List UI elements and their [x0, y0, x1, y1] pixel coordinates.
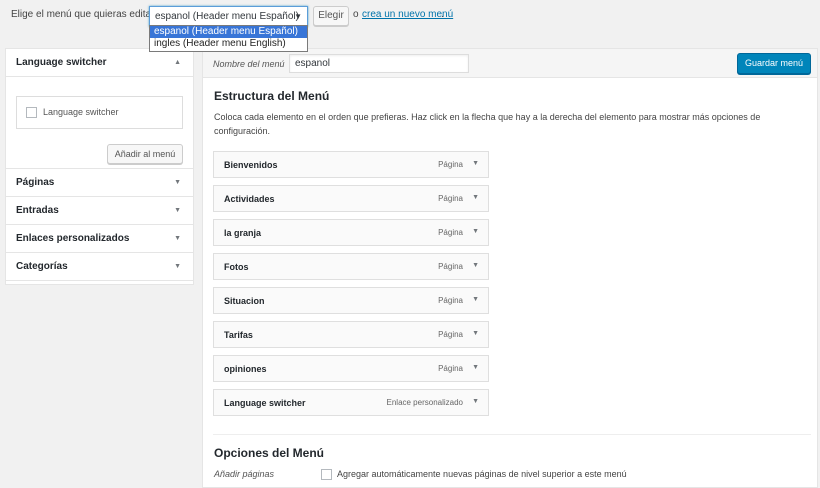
chevron-down-icon: ▼ — [174, 179, 181, 186]
menu-header: Nombre del menú espanol Guardar menú — [203, 49, 817, 78]
menu-item[interactable]: Bienvenidos Página ▼ — [213, 151, 489, 178]
menu-structure-title: Estructura del Menú — [214, 89, 330, 103]
menu-item[interactable]: opiniones Página ▼ — [213, 355, 489, 382]
menu-settings-title: Opciones del Menú — [214, 446, 325, 460]
chevron-down-icon: ▼ — [174, 263, 181, 270]
menu-management-panel: Nombre del menú espanol Guardar menú Est… — [202, 48, 818, 488]
menu-item-title: Actividades — [224, 194, 275, 204]
menu-item[interactable]: Actividades Página ▼ — [213, 185, 489, 212]
menu-item[interactable]: Situacion Página ▼ — [213, 287, 489, 314]
menu-item-title: opiniones — [224, 364, 267, 374]
accordion-title: Enlaces personalizados — [16, 233, 130, 244]
menu-item-title: la granja — [224, 228, 262, 238]
menu-item-title: Fotos — [224, 262, 249, 272]
menu-item-type: Página — [438, 228, 463, 237]
menu-item[interactable]: Language switcher Enlace personalizado ▼ — [213, 389, 489, 416]
chevron-down-icon[interactable]: ▼ — [472, 160, 479, 167]
section-divider — [213, 434, 811, 435]
manage-menus-bar: Elige el menú que quieras editar: espano… — [0, 0, 820, 32]
menu-item-type: Página — [438, 160, 463, 169]
menu-option[interactable]: ingles (Header menu English) — [150, 38, 307, 50]
menu-select[interactable]: espanol (Header menu Español) ▼ — [149, 6, 308, 27]
chevron-down-icon[interactable]: ▼ — [472, 228, 479, 235]
menu-item-type: Página — [438, 296, 463, 305]
menu-item-title: Language switcher — [224, 398, 306, 408]
chevron-down-icon: ▼ — [294, 12, 302, 21]
menu-name-label: Nombre del menú — [213, 59, 285, 69]
accordion-pages[interactable]: Páginas ▼ — [6, 169, 193, 197]
accordion-title: Categorías — [16, 261, 68, 272]
chevron-down-icon[interactable]: ▼ — [472, 398, 479, 405]
menu-structure-description: Coloca cada elemento en el orden que pre… — [214, 112, 761, 136]
auto-add-pages-label: Añadir páginas — [214, 469, 275, 479]
menu-item-title: Bienvenidos — [224, 160, 278, 170]
chevron-down-icon[interactable]: ▼ — [472, 262, 479, 269]
accordion-categories[interactable]: Categorías ▼ — [6, 253, 193, 281]
accordion-title: Entradas — [16, 205, 59, 216]
chevron-down-icon[interactable]: ▼ — [472, 330, 479, 337]
accordion-posts[interactable]: Entradas ▼ — [6, 197, 193, 225]
period-text: . — [441, 9, 444, 20]
menu-item-title: Situacion — [224, 296, 265, 306]
save-menu-button[interactable]: Guardar menú — [737, 53, 811, 74]
chevron-up-icon: ▲ — [174, 59, 181, 66]
checkbox-label: Language switcher — [43, 107, 119, 117]
chevron-down-icon[interactable]: ▼ — [472, 364, 479, 371]
menu-item[interactable]: la granja Página ▼ — [213, 219, 489, 246]
accordion-custom-links[interactable]: Enlaces personalizados ▼ — [6, 225, 193, 253]
chevron-down-icon[interactable]: ▼ — [472, 296, 479, 303]
chevron-down-icon: ▼ — [174, 235, 181, 242]
accordion-title: Language switcher — [16, 57, 107, 68]
menu-name-input[interactable]: espanol — [289, 54, 469, 73]
menu-item-type: Página — [438, 364, 463, 373]
auto-add-pages-checkbox[interactable] — [321, 469, 332, 480]
create-menu-link[interactable]: crea un nuevo menú — [362, 9, 453, 20]
menu-item-type: Página — [438, 194, 463, 203]
add-menu-items-sidebar: Language switcher ▲ Language switcher Añ… — [5, 48, 194, 285]
menu-select-value: espanol (Header menu Español) — [155, 11, 299, 22]
menu-select-dropdown: espanol (Header menu Español) ingles (He… — [149, 25, 308, 52]
menu-item-type: Página — [438, 330, 463, 339]
menu-item[interactable]: Fotos Página ▼ — [213, 253, 489, 280]
menu-item-type: Página — [438, 262, 463, 271]
auto-add-pages-checkbox-label: Agregar automáticamente nuevas páginas d… — [337, 469, 627, 479]
add-to-menu-button[interactable]: Añadir al menú — [107, 144, 183, 164]
menu-item-type: Enlace personalizado — [386, 398, 464, 407]
language-switcher-box: Language switcher — [16, 96, 183, 129]
accordion-language-switcher[interactable]: Language switcher ▲ — [6, 49, 193, 77]
menu-item-title: Tarifas — [224, 330, 253, 340]
select-menu-label: Elige el menú que quieras editar: — [11, 9, 158, 20]
choose-menu-button[interactable]: Elegir — [313, 6, 349, 26]
or-text: o — [353, 9, 359, 20]
language-switcher-checkbox[interactable] — [26, 107, 37, 118]
accordion-title: Páginas — [16, 177, 55, 188]
chevron-down-icon[interactable]: ▼ — [472, 194, 479, 201]
menu-item[interactable]: Tarifas Página ▼ — [213, 321, 489, 348]
accordion-body: Language switcher Añadir al menú — [6, 77, 193, 169]
menu-option[interactable]: espanol (Header menu Español) — [150, 26, 307, 38]
chevron-down-icon: ▼ — [174, 207, 181, 214]
